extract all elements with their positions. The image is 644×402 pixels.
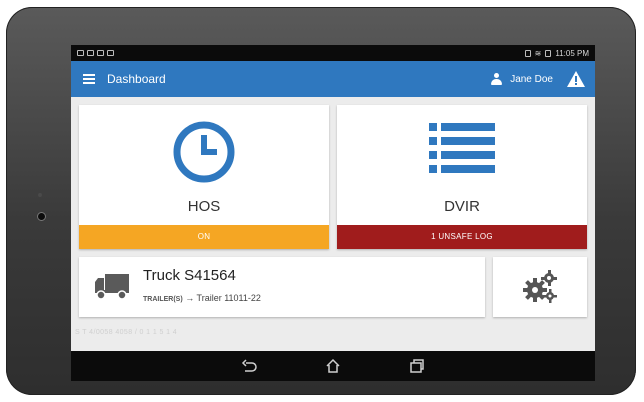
screen: ≋ 11:05 PM Dashboard Jane Doe HOS ON DVI… [71, 45, 595, 381]
notification-icon [107, 50, 114, 56]
app-bar: Dashboard Jane Doe [71, 61, 595, 97]
truck-icon [95, 274, 129, 305]
user-icon[interactable] [491, 73, 503, 85]
nav-bar [71, 351, 595, 381]
dvir-status: 1 UNSAFE LOG [337, 225, 587, 249]
system-tray: ≋ 11:05 PM [524, 48, 589, 58]
clock-icon [173, 121, 235, 188]
battery-icon [545, 49, 552, 57]
truck-title: Truck S41564 [143, 267, 236, 284]
status-time: 11:05 PM [555, 48, 589, 58]
notification-icon [87, 50, 94, 56]
settings-button[interactable] [493, 257, 587, 317]
trailer-arrow: → [185, 293, 195, 303]
hos-status: ON [79, 225, 329, 249]
vibrate-icon [524, 49, 531, 57]
footer-text: S T 4/0058 4058 / 0 1 1 5 1 4 [75, 329, 178, 336]
truck-card[interactable]: Truck S41564 TRAILER(S) → Trailer 11011-… [79, 257, 485, 317]
dvir-tile[interactable]: DVIR 1 UNSAFE LOG [337, 105, 587, 249]
status-bar: ≋ 11:05 PM [71, 45, 595, 61]
notification-icon [97, 50, 104, 56]
page-title: Dashboard [107, 72, 166, 86]
wifi-icon: ≋ [534, 48, 542, 58]
hos-label: HOS [187, 198, 221, 215]
trailer-value: Trailer 11011-22 [196, 293, 261, 303]
hos-tile[interactable]: HOS ON [79, 105, 329, 249]
sensor [38, 193, 42, 197]
menu-icon[interactable] [83, 74, 95, 84]
tablet-frame: ≋ 11:05 PM Dashboard Jane Doe HOS ON DVI… [6, 7, 636, 395]
notification-icons [77, 50, 114, 56]
trailer-info: TRAILER(S) → Trailer 11011-22 [143, 293, 261, 303]
warning-triangle-icon[interactable] [567, 71, 585, 87]
gears-icon [521, 270, 559, 309]
notification-icon [77, 50, 84, 56]
dvir-label: DVIR [444, 198, 480, 215]
user-name[interactable]: Jane Doe [510, 74, 553, 85]
camera [37, 212, 46, 221]
trailer-prefix: TRAILER(S) [143, 296, 183, 303]
dashboard-tiles: HOS ON DVIR 1 UNSAFE LOG [79, 105, 587, 249]
list-icon [429, 121, 495, 180]
recents-icon[interactable] [409, 358, 425, 374]
home-icon[interactable] [325, 358, 341, 374]
back-icon[interactable] [241, 358, 257, 374]
